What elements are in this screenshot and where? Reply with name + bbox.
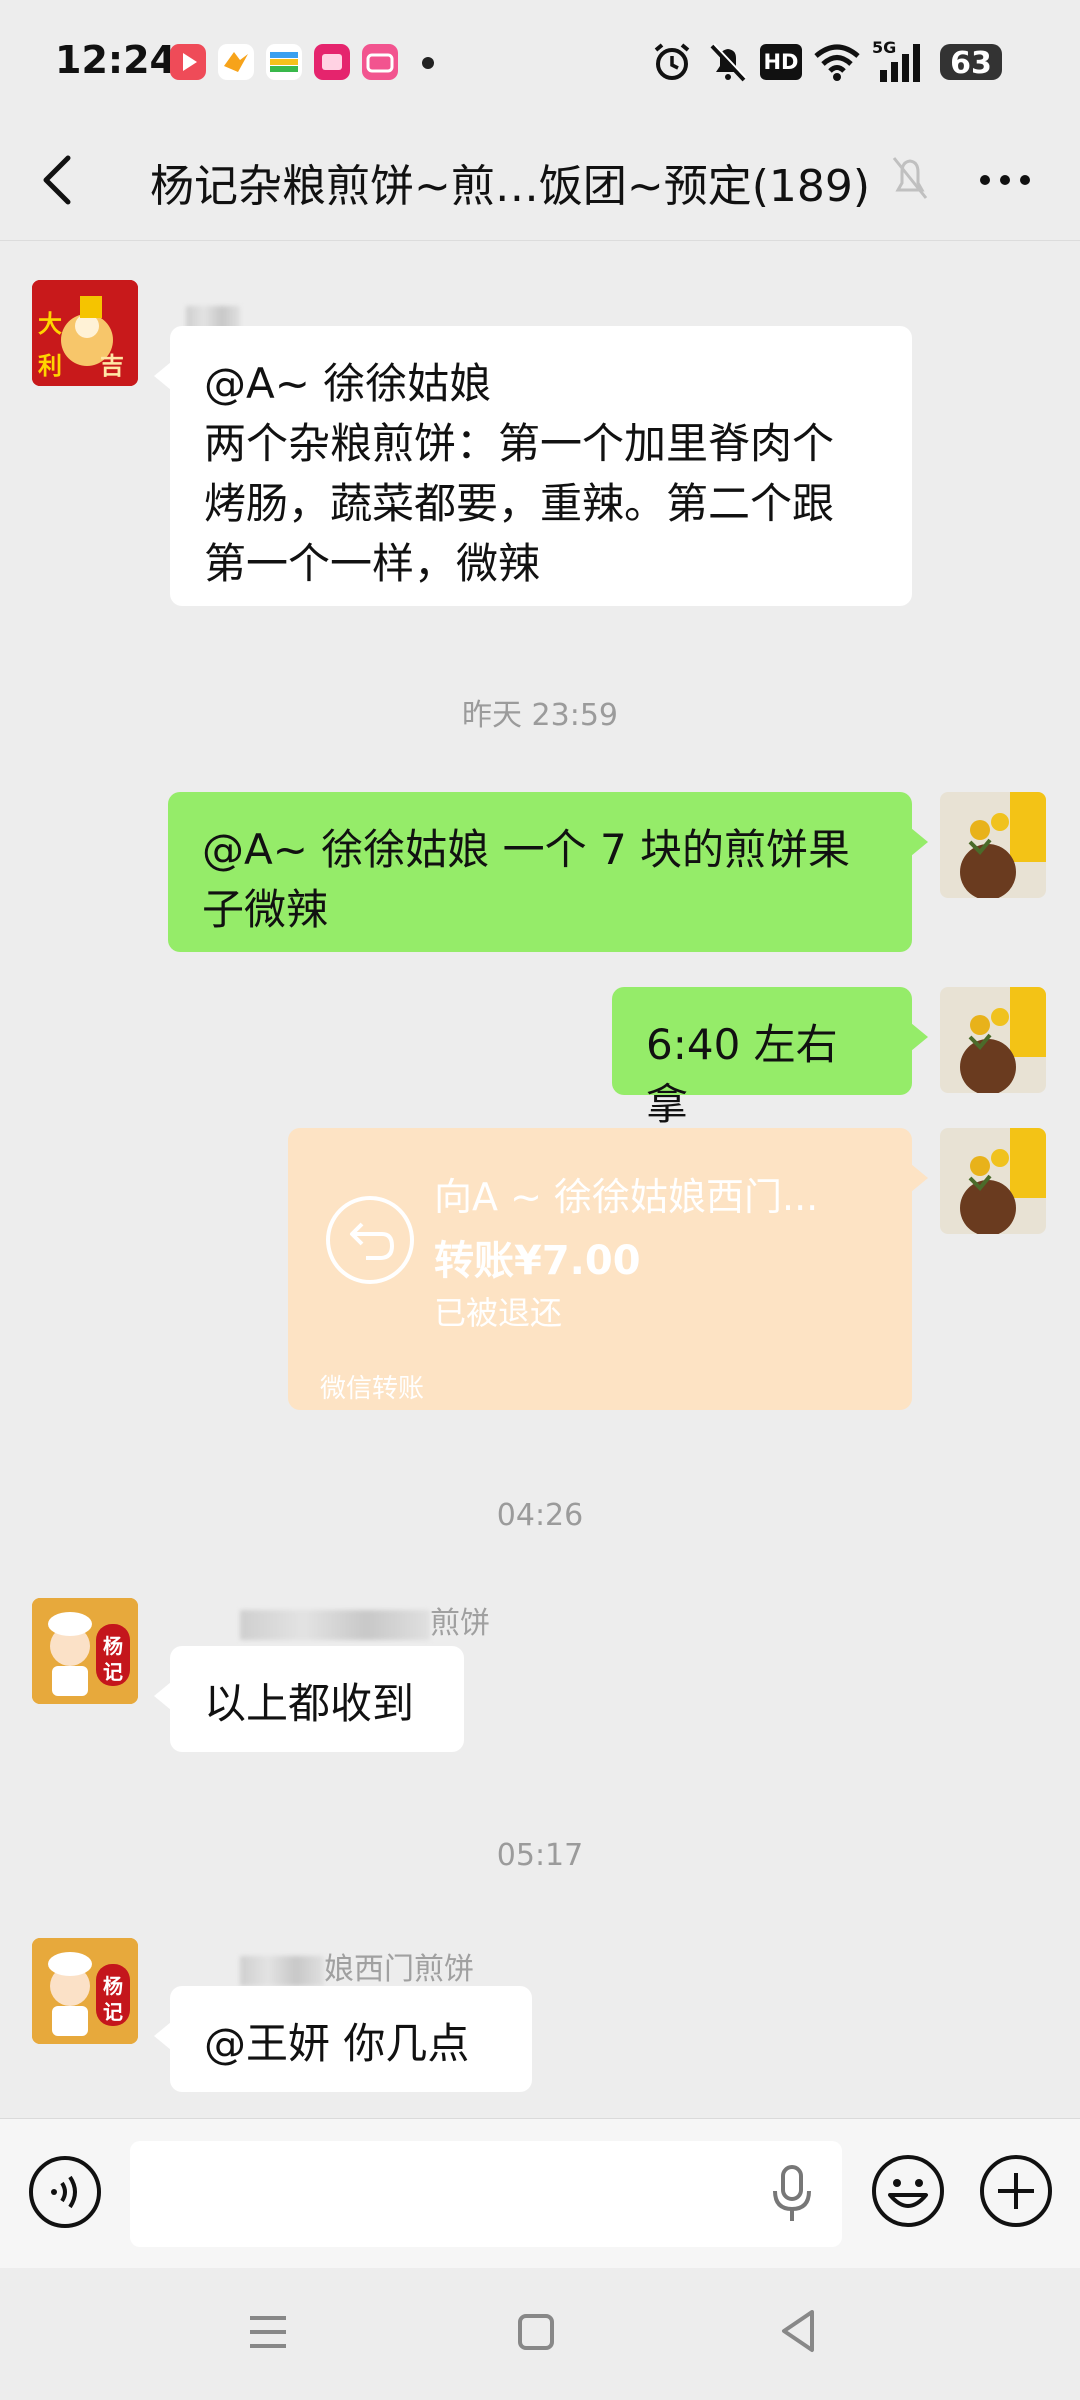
muted-bell-icon — [892, 157, 928, 199]
plus-icon[interactable] — [978, 2153, 1054, 2229]
sender-name-visible: 煎饼 — [430, 1606, 490, 1641]
avatar[interactable]: 大 利 吉 — [32, 280, 138, 386]
message-line: @A~ 徐徐姑娘 一个 7 块的煎饼果 — [202, 825, 851, 874]
sender-name: 娘西门煎饼 — [240, 1944, 474, 1988]
my-avatar[interactable] — [940, 987, 1046, 1093]
timestamp: 05:17 — [496, 1838, 584, 1873]
timestamp: 昨天 23:59 — [462, 698, 618, 733]
message-text: 6:40 左右拿 — [646, 1020, 838, 1129]
my-avatar[interactable] — [940, 1128, 1046, 1234]
alarm-icon — [654, 43, 690, 80]
battery-level: 63 — [950, 46, 992, 81]
badge-text: 杨 — [103, 1974, 123, 1998]
message-line: 子微辣 — [202, 885, 329, 934]
home-icon[interactable] — [516, 2312, 556, 2352]
mic-icon[interactable] — [770, 2163, 814, 2225]
message-bubble[interactable]: 以上都收到 — [154, 1646, 464, 1752]
battery-indicator: 63 — [940, 44, 1002, 81]
shop-avatar[interactable]: 杨 记 — [32, 1938, 138, 2044]
message-line: 两个杂粮煎饼：第一个加里脊肉个 — [204, 419, 835, 468]
message-text: 以上都收到 — [204, 1679, 415, 1728]
transfer-recipient: 向A ~ 徐徐姑娘西门... — [434, 1175, 819, 1219]
shop-avatar[interactable]: 杨 记 — [32, 1598, 138, 1704]
video-app-icon — [170, 44, 206, 80]
wallet-app-icon — [266, 44, 302, 80]
transfer-footer: 微信转账 — [320, 1374, 425, 1404]
badge-text: 记 — [103, 2000, 123, 2024]
avatar-text: 大 — [38, 310, 62, 338]
emoji-icon[interactable] — [870, 2153, 946, 2229]
message-bubble[interactable]: @A~ 徐徐姑娘 两个杂粮煎饼：第一个加里脊肉个 烤肠，蔬菜都要，重辣。第二个跟… — [154, 326, 912, 606]
wifi-icon — [814, 44, 860, 81]
message-mention: @A~ 徐徐姑娘 — [204, 359, 492, 408]
transfer-amount: 转账¥7.00 — [434, 1238, 641, 1284]
message-bubble[interactable]: @王妍 你几点 — [154, 1986, 532, 2092]
badge-text: 杨 — [103, 1634, 123, 1658]
message-input[interactable] — [130, 2141, 842, 2247]
back-arrow-icon[interactable] — [38, 150, 78, 210]
badge-text: 记 — [103, 1660, 123, 1684]
transfer-card[interactable]: 向A ~ 徐徐姑娘西门... 转账¥7.00 已被退还 微信转账 — [288, 1128, 928, 1410]
mute-bell-icon — [710, 43, 747, 82]
timestamp: 04:26 — [496, 1498, 584, 1533]
more-dots-icon[interactable] — [975, 160, 1035, 200]
back-nav-icon[interactable] — [778, 2308, 818, 2354]
avatar-text: 利 — [38, 352, 62, 380]
chat-header: 杨记杂粮煎饼~煎…饭团~预定(189) — [0, 120, 1080, 241]
avatar-text: 吉 — [100, 352, 124, 380]
message-bubble[interactable]: 6:40 左右拿 — [612, 987, 928, 1129]
hd-badge: HD — [760, 44, 802, 80]
my-avatar[interactable] — [940, 792, 1046, 898]
bilibili-app-icon — [362, 44, 398, 80]
status-bar: 12:24 HD 5G 63 — [0, 0, 1080, 120]
promo-app-icon — [314, 44, 350, 80]
input-bar — [0, 2118, 1080, 2269]
status-time: 12:24 — [55, 38, 176, 82]
message-text: @王妍 你几点 — [204, 2019, 470, 2068]
message-line: 第一个一样，微辣 — [204, 539, 541, 588]
signal-icon — [880, 44, 920, 82]
refund-arrow-icon — [326, 1196, 414, 1284]
notification-dot — [422, 57, 434, 69]
sender-name: 煎饼 — [240, 1598, 490, 1642]
transfer-status: 已被退还 — [434, 1294, 563, 1332]
sender-name-visible: 娘西门煎饼 — [324, 1952, 474, 1987]
message-line: 烤肠，蔬菜都要，重辣。第二个跟 — [204, 479, 835, 528]
message-bubble[interactable]: @A~ 徐徐姑娘 一个 7 块的煎饼果 子微辣 — [168, 792, 928, 952]
cloud-app-icon — [218, 44, 254, 80]
system-nav-bar — [0, 2268, 1080, 2400]
menu-icon[interactable] — [246, 2310, 290, 2354]
voice-mode-icon[interactable] — [28, 2155, 102, 2229]
chat-title[interactable]: 杨记杂粮煎饼~煎…饭团~预定(189) — [150, 150, 870, 214]
